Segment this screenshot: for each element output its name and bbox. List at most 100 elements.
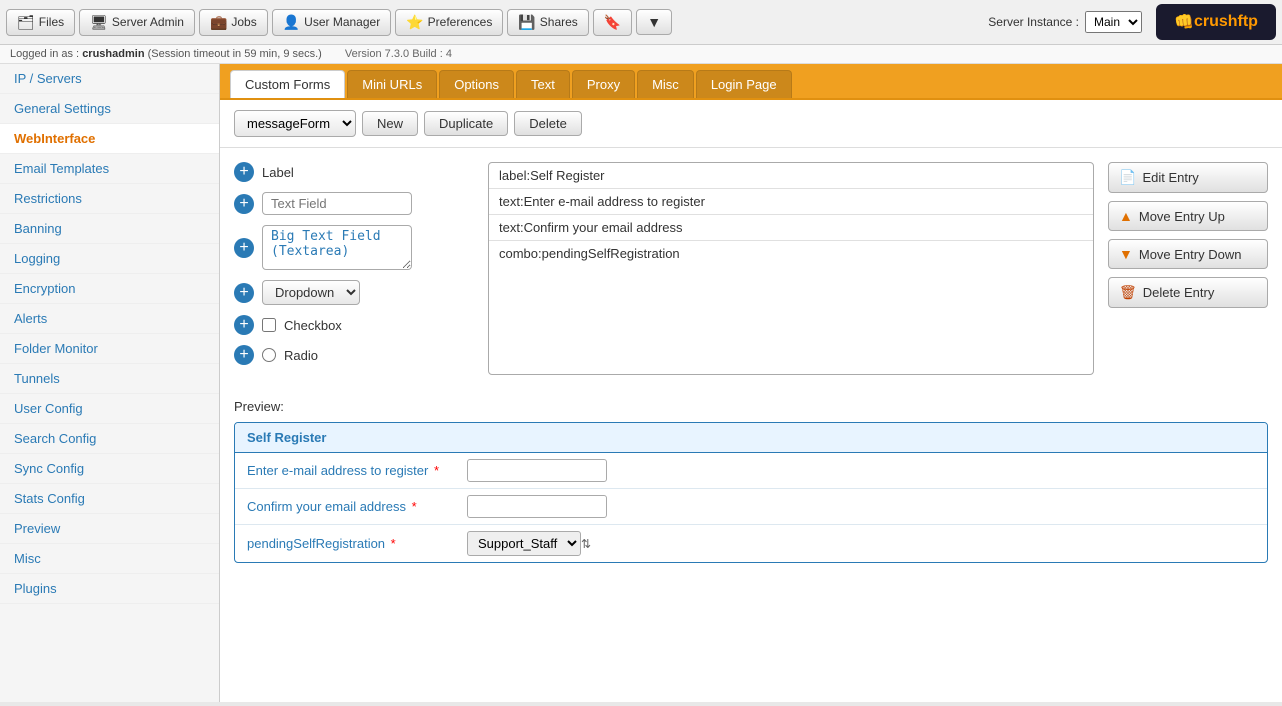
sidebar-item-restrictions[interactable]: Restrictions (0, 184, 219, 214)
preview-confirm-input[interactable] (467, 495, 607, 518)
delete-entry-button[interactable]: 🗑 Delete Entry (1108, 277, 1268, 308)
preview-row-email: Enter e-mail address to register * (235, 453, 1267, 489)
preview-email-input[interactable] (467, 459, 607, 482)
radio-label: Radio (284, 348, 318, 363)
duplicate-button[interactable]: Duplicate (424, 111, 508, 136)
preview-email-required: * (434, 463, 439, 478)
entries-panel: label:Self Register text:Enter e-mail ad… (488, 162, 1094, 375)
jobs-label: Jobs (231, 15, 256, 29)
tab-custom-forms[interactable]: Custom Forms (230, 70, 345, 98)
more-button[interactable]: ▼ (636, 9, 672, 35)
preferences-button[interactable]: ⭐ Preferences (395, 9, 503, 36)
sidebar-item-tunnels[interactable]: Tunnels (0, 364, 219, 394)
shares-button[interactable]: 💾 Shares (507, 9, 588, 36)
logged-as-label: Logged in as : (10, 48, 79, 60)
checkbox-element[interactable] (262, 318, 276, 332)
sidebar-item-ip-servers[interactable]: IP / Servers (0, 64, 219, 94)
textfield-input[interactable] (262, 192, 412, 215)
add-textarea-button[interactable]: + (234, 238, 254, 258)
sidebar-item-email-templates[interactable]: Email Templates (0, 154, 219, 184)
new-button[interactable]: New (362, 111, 418, 136)
edit-entry-button[interactable]: 📄 Edit Entry (1108, 162, 1268, 193)
tab-mini-urls[interactable]: Mini URLs (347, 70, 437, 98)
element-textfield-row: + (234, 192, 474, 215)
logo: 👊 crushftp (1156, 4, 1276, 40)
tab-text[interactable]: Text (516, 70, 570, 98)
element-dropdown-row: + Dropdown (234, 280, 474, 305)
sidebar-item-alerts[interactable]: Alerts (0, 304, 219, 334)
content-area: Custom Forms Mini URLs Options Text Prox… (220, 64, 1282, 702)
files-button[interactable]: 🗂 Files (6, 9, 75, 36)
sidebar-item-encryption[interactable]: Encryption (0, 274, 219, 304)
sidebar-item-webinterface[interactable]: WebInterface (0, 124, 219, 154)
tab-proxy[interactable]: Proxy (572, 70, 635, 98)
preview-label: Preview: (234, 399, 1268, 414)
tab-login-page[interactable]: Login Page (696, 70, 792, 98)
sidebar-item-general-settings[interactable]: General Settings (0, 94, 219, 124)
radio-element[interactable] (262, 348, 276, 362)
elements-panel: + Label + + Big Text Field (Textarea) + (234, 162, 474, 375)
server-instance-select[interactable]: Main (1085, 11, 1142, 33)
delete-entry-label: Delete Entry (1143, 285, 1215, 300)
files-icon: 🗂 (17, 14, 35, 31)
sidebar-item-banning[interactable]: Banning (0, 214, 219, 244)
form-selector[interactable]: messageForm (234, 110, 356, 137)
entry-row[interactable]: label:Self Register (489, 163, 1093, 189)
add-checkbox-button[interactable]: + (234, 315, 254, 335)
actions-panel: 📄 Edit Entry ▲ Move Entry Up ▼ Move Entr… (1108, 162, 1268, 375)
delete-button[interactable]: Delete (514, 111, 582, 136)
preview-confirm-required: * (412, 499, 417, 514)
move-up-label: Move Entry Up (1139, 209, 1225, 224)
form-toolbar: messageForm New Duplicate Delete (220, 100, 1282, 148)
dropdown-arrow: ⇅ (581, 537, 591, 551)
preview-title: Self Register (235, 423, 1267, 453)
preview-box: Self Register Enter e-mail address to re… (234, 422, 1268, 563)
sidebar-item-user-config[interactable]: User Config (0, 394, 219, 424)
preview-pending-label: pendingSelfRegistration * (247, 536, 467, 551)
bookmark-icon: 🔖 (604, 14, 621, 31)
shares-icon: 💾 (518, 14, 535, 31)
main-layout: IP / Servers General Settings WebInterfa… (0, 64, 1282, 702)
sidebar-item-preview[interactable]: Preview (0, 514, 219, 544)
sidebar-item-sync-config[interactable]: Sync Config (0, 454, 219, 484)
files-label: Files (39, 15, 64, 29)
preview-row-pending: pendingSelfRegistration * Support_Staff … (235, 525, 1267, 562)
jobs-button[interactable]: 💼 Jobs (199, 9, 268, 36)
entry-row[interactable]: combo:pendingSelfRegistration (489, 241, 1093, 266)
bookmark-button[interactable]: 🔖 (593, 9, 632, 36)
element-label-row: + Label (234, 162, 474, 182)
add-dropdown-button[interactable]: + (234, 283, 254, 303)
entry-row[interactable]: text:Confirm your email address (489, 215, 1093, 241)
user-manager-button[interactable]: 👤 User Manager (272, 9, 391, 36)
add-radio-button[interactable]: + (234, 345, 254, 365)
sidebar-item-misc[interactable]: Misc (0, 544, 219, 574)
preview-row-confirm-email: Confirm your email address * (235, 489, 1267, 525)
sidebar-item-logging[interactable]: Logging (0, 244, 219, 274)
sidebar-item-search-config[interactable]: Search Config (0, 424, 219, 454)
tab-options[interactable]: Options (439, 70, 514, 98)
logo-image: 👊 crushftp (1156, 4, 1276, 40)
preview-pending-select[interactable]: Support_Staff (467, 531, 581, 556)
version: Version 7.3.0 Build : 4 (345, 48, 452, 60)
form-builder: + Label + + Big Text Field (Textarea) + (220, 148, 1282, 389)
entry-row[interactable]: text:Enter e-mail address to register (489, 189, 1093, 215)
server-admin-button[interactable]: 🖥 Server Admin (79, 9, 195, 36)
tab-misc[interactable]: Misc (637, 70, 694, 98)
dropdown-element[interactable]: Dropdown (262, 280, 360, 305)
add-textfield-button[interactable]: + (234, 194, 254, 214)
add-label-button[interactable]: + (234, 162, 254, 182)
server-instance-section: Server Instance : Main (988, 11, 1142, 33)
move-entry-down-button[interactable]: ▼ Move Entry Down (1108, 239, 1268, 269)
sidebar-item-plugins[interactable]: Plugins (0, 574, 219, 604)
textarea-element[interactable]: Big Text Field (Textarea) (262, 225, 412, 270)
move-entry-up-button[interactable]: ▲ Move Entry Up (1108, 201, 1268, 231)
status-bar: Logged in as : crushadmin (Session timeo… (0, 45, 1282, 64)
session-info: (Session timeout in 59 min, 9 secs.) (148, 48, 322, 60)
sidebar-item-folder-monitor[interactable]: Folder Monitor (0, 334, 219, 364)
preview-confirm-label: Confirm your email address * (247, 499, 467, 514)
jobs-icon: 💼 (210, 14, 227, 31)
sidebar-item-stats-config[interactable]: Stats Config (0, 484, 219, 514)
delete-entry-icon: 🗑 (1119, 284, 1137, 301)
shares-label: Shares (540, 15, 578, 29)
tabs-bar: Custom Forms Mini URLs Options Text Prox… (220, 64, 1282, 100)
